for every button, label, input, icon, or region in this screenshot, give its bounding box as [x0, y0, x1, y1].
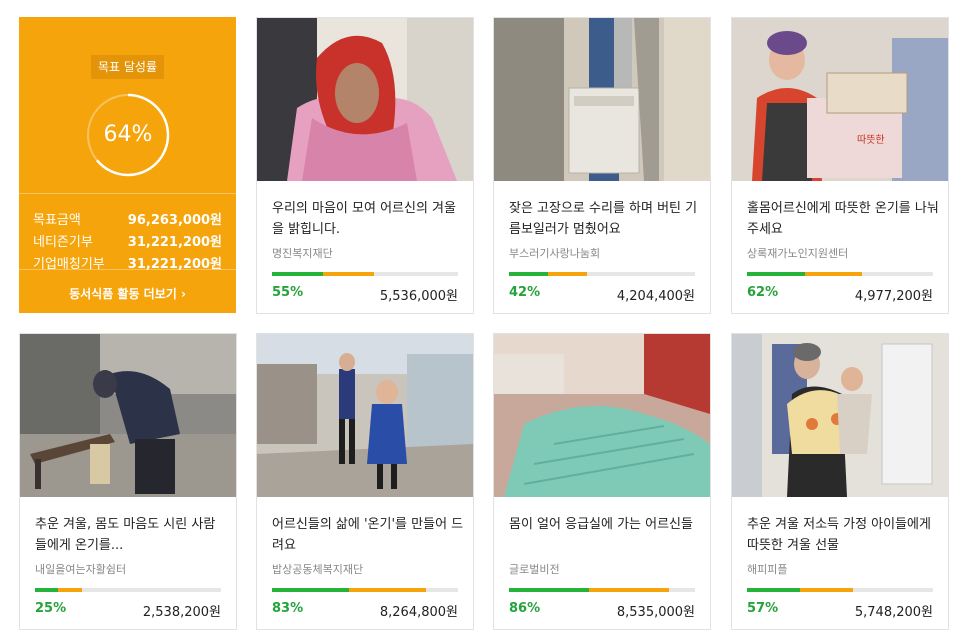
progress-percent: 57%: [747, 601, 779, 616]
campaign-title: 몸이 얼어 응급실에 가는 어르신들: [509, 517, 693, 532]
oil-boiler-photo: [494, 18, 710, 181]
progress-fill-green: [747, 588, 800, 592]
raised-amount: 8,535,000원: [616, 605, 695, 620]
campaign-title: 홀몸어르신에게 따뜻한 온기를 나눠주세요: [747, 201, 939, 237]
goal-rate-badge: 목표 달성률: [91, 55, 164, 79]
elderly-woman-gift-box-photo: 따뜻한: [732, 18, 948, 181]
progress-fill-green: [747, 272, 805, 276]
progress-bar: [747, 588, 933, 592]
progress-fill-green: [509, 272, 549, 276]
more-activities-link[interactable]: 동서식품 활동 더보기 ›: [19, 285, 236, 302]
progress-fill-orange: [548, 272, 588, 276]
progress-fill-orange: [323, 272, 375, 276]
progress-fill-orange: [804, 272, 863, 276]
campaign-organization: 명진복지재단: [272, 247, 333, 260]
progress-percent: 55%: [272, 285, 304, 300]
campaign-card[interactable]: 잦은 고장으로 수리를 하며 버틴 기름보일러가 멈췄어요 부스러기사랑나눔회 …: [493, 17, 711, 314]
campaign-title: 어르신들의 삶에 '온기'를 만들어 드려요: [272, 517, 464, 553]
campaign-organization: 상록재가노인지원센터: [747, 247, 849, 260]
progress-fill-orange: [800, 588, 853, 592]
progress-percent: 86%: [509, 601, 541, 616]
progress-bar: [35, 588, 221, 592]
stat-label: 목표금액: [33, 213, 81, 228]
campaign-organization: 내일을여는자활쉼터: [35, 563, 127, 576]
progress-percent: 42%: [509, 285, 541, 300]
campaign-organization: 해피피플: [747, 563, 788, 576]
campaign-card[interactable]: 추운 겨울, 몸도 마음도 시린 사람들에게 온기를... 내일을여는자활쉼터 …: [19, 333, 237, 630]
elderly-woman-red-scarf-photo: [257, 18, 473, 181]
raised-amount: 5,536,000원: [379, 289, 458, 304]
raised-amount: 2,538,200원: [142, 605, 221, 620]
progress-fill-green: [272, 272, 324, 276]
mother-and-child-photo: [732, 334, 948, 497]
progress-fill-orange: [58, 588, 82, 592]
stat-corporate-matching: 기업매칭기부 31,221,200원: [33, 253, 222, 275]
goal-summary-panel: 목표 달성률 64% 목표금액 96,263,000원 네티즌기부 31,221…: [19, 17, 236, 313]
progress-fill-green: [35, 588, 59, 592]
progress-bar: [272, 588, 458, 592]
progress-percent: 25%: [35, 601, 67, 616]
campaign-organization: 글로벌비전: [509, 563, 560, 576]
stat-value: 96,263,000원: [127, 213, 222, 228]
goal-percent: 64%: [103, 122, 153, 147]
raised-amount: 8,264,800원: [379, 605, 458, 620]
raised-amount: 4,204,400원: [616, 289, 695, 304]
stat-netizen-donation: 네티즌기부 31,221,200원: [33, 231, 222, 253]
stat-value: 31,221,200원: [127, 235, 222, 250]
campaign-organization: 밥상공동체복지재단: [272, 563, 364, 576]
progress-bar: [509, 588, 695, 592]
raised-amount: 5,748,200원: [854, 605, 933, 620]
progress-fill-orange: [588, 588, 669, 592]
progress-fill-green: [509, 588, 589, 592]
stat-goal-amount: 목표금액 96,263,000원: [33, 209, 222, 231]
mint-blanket-photo: [494, 334, 710, 497]
campaign-card[interactable]: 추운 겨울 저소득 가정 아이들에게 따뜻한 겨울 선물 해피피플 57% 5,…: [731, 333, 949, 630]
progress-bar: [747, 272, 933, 276]
campaign-card[interactable]: 어르신들의 삶에 '온기'를 만들어 드려요 밥상공동체복지재단 83% 8,2…: [256, 333, 474, 630]
campaign-card[interactable]: 따뜻한 홀몸어르신에게 따뜻한 온기를 나눠주세요 상록재가노인지원센터 62%…: [731, 17, 949, 314]
man-bending-at-bench-photo: [20, 334, 236, 497]
stat-label: 네티즌기부: [33, 235, 93, 250]
progress-fill-green: [272, 588, 350, 592]
campaign-card[interactable]: 우리의 마음이 모여 어르신의 겨울을 밝힙니다. 명진복지재단 55% 5,5…: [256, 17, 474, 314]
divider: [19, 193, 236, 194]
campaign-title: 잦은 고장으로 수리를 하며 버틴 기름보일러가 멈췄어요: [509, 201, 698, 237]
progress-bar: [509, 272, 695, 276]
campaign-card[interactable]: 몸이 얼어 응급실에 가는 어르신들 글로벌비전 86% 8,535,000원: [493, 333, 711, 630]
campaign-title: 우리의 마음이 모여 어르신의 겨울을 밝힙니다.: [272, 201, 456, 237]
progress-percent: 62%: [747, 285, 779, 300]
progress-fill-orange: [349, 588, 427, 592]
progress-bar: [272, 272, 458, 276]
campaign-title: 추운 겨울, 몸도 마음도 시린 사람들에게 온기를...: [35, 517, 216, 553]
campaign-title: 추운 겨울 저소득 가정 아이들에게 따뜻한 겨울 선물: [747, 517, 931, 553]
campaign-organization: 부스러기사랑나눔회: [509, 247, 601, 260]
child-on-stairs-photo: [257, 334, 473, 497]
divider: [19, 269, 236, 270]
svg-text:따뜻한: 따뜻한: [857, 134, 885, 146]
progress-percent: 83%: [272, 601, 304, 616]
raised-amount: 4,977,200원: [854, 289, 933, 304]
